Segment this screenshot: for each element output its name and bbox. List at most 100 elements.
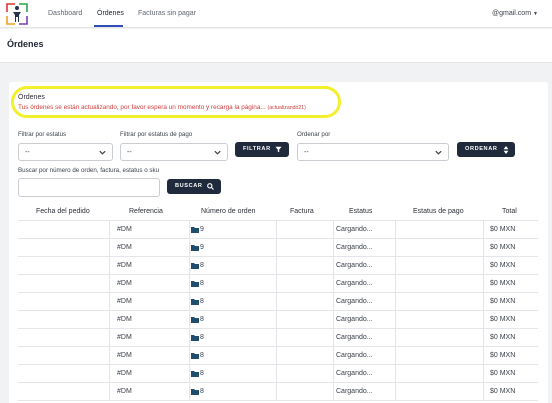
- column-divider: [276, 293, 277, 311]
- folder-icon[interactable]: [191, 226, 199, 233]
- cell-estatus: Cargando...: [336, 316, 373, 323]
- payment-filter-select[interactable]: --: [120, 143, 228, 161]
- search-input[interactable]: [18, 178, 160, 197]
- active-tab-indicator: [94, 25, 123, 27]
- payment-filter-value: --: [127, 149, 132, 156]
- column-divider: [109, 347, 110, 365]
- folder-icon[interactable]: [191, 298, 199, 305]
- filter-button[interactable]: FILTRAR: [235, 142, 289, 157]
- folder-icon[interactable]: [191, 262, 199, 269]
- folder-icon[interactable]: [191, 244, 199, 251]
- table-row[interactable]: #DM 8 Cargando... $0 MXN: [18, 293, 538, 311]
- cell-numero-de-orden[interactable]: 8: [200, 388, 204, 395]
- cell-estatus: Cargando...: [336, 262, 373, 269]
- status-filter-value: --: [25, 149, 30, 156]
- column-divider: [333, 257, 334, 275]
- cell-numero-de-orden[interactable]: 8: [200, 280, 204, 287]
- column-divider: [276, 311, 277, 329]
- col-fecha-del-pedido[interactable]: Fecha del pedido: [36, 208, 90, 215]
- folder-icon[interactable]: [191, 388, 199, 395]
- logo[interactable]: [6, 3, 28, 25]
- cell-numero-de-orden[interactable]: 8: [200, 334, 204, 341]
- cell-numero-de-orden[interactable]: 8: [200, 262, 204, 269]
- folder-icon[interactable]: [191, 316, 199, 323]
- cell-referencia: #DM: [117, 226, 132, 233]
- cell-numero-de-orden[interactable]: 8: [200, 298, 204, 305]
- page-title: Órdenes: [7, 39, 44, 49]
- user-menu[interactable]: @gmail.com ▼: [492, 10, 538, 17]
- cell-referencia: #DM: [117, 244, 132, 251]
- cell-referencia: #DM: [117, 352, 132, 359]
- cell-numero-de-orden[interactable]: 8: [200, 352, 204, 359]
- column-divider: [395, 275, 396, 293]
- column-divider: [333, 293, 334, 311]
- column-divider: [109, 257, 110, 275]
- column-divider: [333, 275, 334, 293]
- folder-icon[interactable]: [191, 280, 199, 287]
- order-by-label: Ordenar por: [297, 131, 331, 138]
- folder-icon[interactable]: [191, 370, 199, 377]
- nav-dashboard[interactable]: Dashboard: [48, 10, 82, 17]
- column-divider: [189, 311, 190, 329]
- table-row[interactable]: #DM 8 Cargando... $0 MXN: [18, 347, 538, 365]
- column-divider: [333, 311, 334, 329]
- table-row[interactable]: #DM 8 Cargando... $0 MXN: [18, 329, 538, 347]
- cell-numero-de-orden[interactable]: 8: [200, 370, 204, 377]
- column-divider: [276, 347, 277, 365]
- nav-ordenes[interactable]: Órdenes: [97, 10, 124, 17]
- col-referencia[interactable]: Referencia: [129, 208, 163, 215]
- column-divider: [189, 221, 190, 239]
- table-row[interactable]: #DM 8 Cargando... $0 MXN: [18, 257, 538, 275]
- col-total[interactable]: Total: [502, 208, 517, 215]
- page-header: Órdenes: [0, 29, 552, 63]
- cell-estatus: Cargando...: [336, 298, 373, 305]
- col-numero-de-orden[interactable]: Número de orden: [201, 208, 255, 215]
- column-divider: [276, 257, 277, 275]
- order-by-value: --: [304, 149, 309, 156]
- table-row[interactable]: #DM 9 Cargando... $0 MXN: [18, 221, 538, 239]
- column-divider: [276, 383, 277, 401]
- column-divider: [333, 383, 334, 401]
- cell-estatus: Cargando...: [336, 352, 373, 359]
- order-by-select[interactable]: --: [297, 143, 449, 161]
- folder-icon[interactable]: [191, 352, 199, 359]
- column-divider: [109, 365, 110, 383]
- chevron-down-icon: [99, 150, 106, 155]
- column-divider: [189, 293, 190, 311]
- cell-total: $0 MXN: [490, 280, 516, 287]
- column-divider: [189, 257, 190, 275]
- column-divider: [276, 239, 277, 257]
- cell-numero-de-orden[interactable]: 9: [200, 244, 204, 251]
- table-row[interactable]: #DM 8 Cargando... $0 MXN: [18, 311, 538, 329]
- column-divider: [483, 239, 484, 257]
- column-divider: [483, 293, 484, 311]
- cell-referencia: #DM: [117, 280, 132, 287]
- caret-down-icon: ▼: [533, 11, 538, 17]
- order-button[interactable]: ORDENAR: [457, 142, 515, 157]
- column-divider: [395, 221, 396, 239]
- table-row[interactable]: #DM 9 Cargando... $0 MXN: [18, 239, 538, 257]
- col-factura[interactable]: Factura: [290, 208, 314, 215]
- column-divider: [483, 275, 484, 293]
- chevron-down-icon: [214, 150, 221, 155]
- cell-estatus: Cargando...: [336, 334, 373, 341]
- table-row[interactable]: #DM 8 Cargando... $0 MXN: [18, 365, 538, 383]
- nav-facturas-sin-pagar[interactable]: Facturas sin pagar: [138, 10, 196, 17]
- column-divider: [189, 239, 190, 257]
- cell-numero-de-orden[interactable]: 8: [200, 316, 204, 323]
- cell-numero-de-orden[interactable]: 9: [200, 226, 204, 233]
- col-estatus[interactable]: Estatus: [349, 208, 372, 215]
- search-button[interactable]: BUSCAR: [167, 179, 221, 194]
- column-divider: [483, 221, 484, 239]
- top-navbar: Dashboard Órdenes Facturas sin pagar @gm…: [0, 0, 552, 28]
- column-divider: [189, 347, 190, 365]
- col-estatus-de-pago[interactable]: Estatus de pago: [413, 208, 464, 215]
- cell-estatus: Cargando...: [336, 280, 373, 287]
- updating-label: (actualizando21): [267, 105, 306, 111]
- status-filter-select[interactable]: --: [18, 143, 113, 161]
- table-row[interactable]: #DM 8 Cargando... $0 MXN: [18, 383, 538, 401]
- cell-referencia: #DM: [117, 370, 132, 377]
- table-row[interactable]: #DM 8 Cargando... $0 MXN: [18, 275, 538, 293]
- cell-total: $0 MXN: [490, 244, 516, 251]
- folder-icon[interactable]: [191, 334, 199, 341]
